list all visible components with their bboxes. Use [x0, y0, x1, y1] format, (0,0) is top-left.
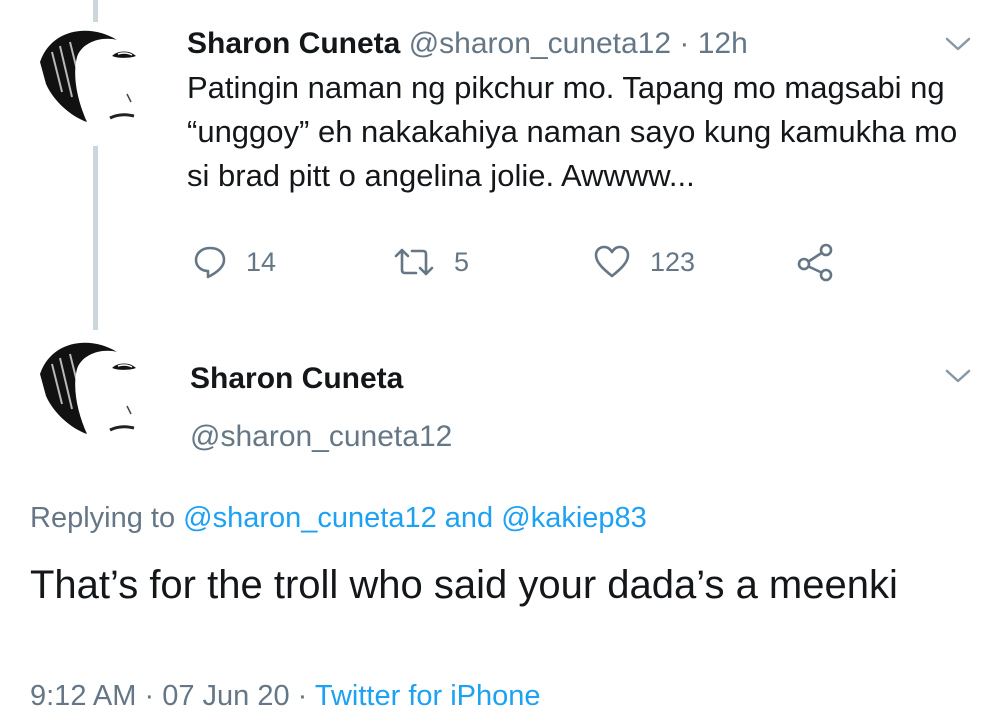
replying-to: Replying to @sharon_cuneta12 and @kakiep… [30, 502, 647, 535]
avatar-image [32, 334, 156, 458]
retweet-count: 5 [454, 246, 470, 277]
retweet-icon [394, 248, 434, 276]
tweet-meta: 9:12 AM · 07 Jun 20 · Twitter for iPhone [30, 680, 541, 713]
avatar[interactable] [32, 334, 156, 458]
tweet-text: That’s for the troll who said your dada’… [30, 563, 898, 607]
author-name[interactable]: Sharon Cuneta [187, 27, 400, 60]
avatar-image [32, 22, 156, 146]
tweet-thread: Sharon Cuneta @sharon_cuneta12 · 12h Pat… [0, 0, 1000, 722]
retweet-button[interactable]: 5 [392, 242, 469, 282]
avatar[interactable] [32, 22, 156, 146]
tweet-date[interactable]: 07 Jun 20 [162, 680, 289, 712]
reply-count: 14 [246, 246, 277, 277]
replying-prefix: Replying to [30, 502, 176, 534]
tweet-header: Sharon Cuneta @sharon_cuneta12 · 12h [187, 26, 748, 62]
chevron-down-icon[interactable] [944, 366, 972, 386]
tweet-source[interactable]: Twitter for iPhone [315, 680, 541, 712]
reply-bubble-icon [194, 246, 226, 279]
replying-and[interactable]: and [445, 502, 493, 534]
tweet-text: Patingin naman ng pikchur mo. Tapang mo … [187, 70, 958, 193]
author-handle[interactable]: @sharon_cuneta12 [190, 420, 452, 454]
tweet-time[interactable]: 12h [698, 27, 748, 60]
like-count: 123 [650, 246, 696, 277]
mention-link[interactable]: @kakiep83 [501, 502, 647, 534]
author-name[interactable]: Sharon Cuneta [190, 362, 403, 396]
tweet-time[interactable]: 9:12 AM [30, 680, 136, 712]
author-handle[interactable]: @sharon_cuneta12 [409, 27, 671, 60]
like-button[interactable]: 123 [592, 242, 695, 282]
share-icon [797, 243, 833, 282]
chevron-down-icon[interactable] [944, 34, 972, 54]
reply-button[interactable]: 14 [192, 242, 276, 282]
meta-separator: · [144, 680, 155, 712]
header-separator: · [679, 27, 690, 60]
mention-link[interactable]: @sharon_cuneta12 [183, 502, 437, 534]
heart-icon [594, 245, 630, 278]
share-button[interactable] [796, 242, 854, 282]
meta-separator: · [297, 680, 308, 712]
